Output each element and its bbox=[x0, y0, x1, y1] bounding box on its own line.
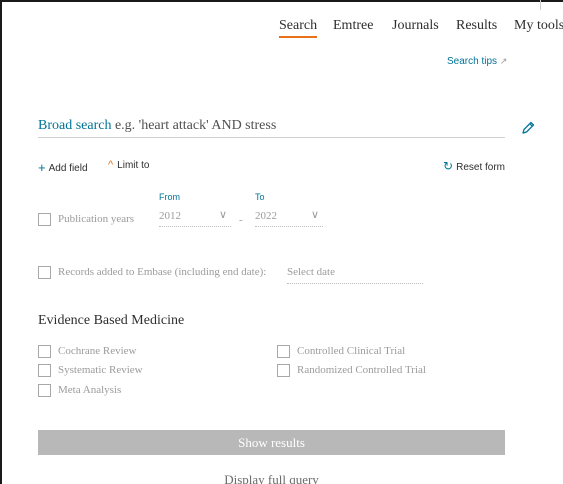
broad-search-input[interactable]: Broad search e.g. 'heart attack' AND str… bbox=[38, 116, 505, 138]
controlled-clinical-trial-label: Controlled Clinical Trial bbox=[297, 345, 406, 357]
nav-results[interactable]: Results bbox=[456, 18, 497, 34]
to-label: To bbox=[255, 192, 265, 202]
form-actions: + Add field ^ Limit to ↻ Reset form bbox=[38, 159, 505, 175]
controlled-clinical-trial-checkbox[interactable] bbox=[277, 345, 290, 358]
year-range-separator: - bbox=[239, 214, 243, 226]
broad-search-example: e.g. 'heart attack' AND stress bbox=[111, 118, 277, 133]
systematic-review-checkbox[interactable] bbox=[38, 364, 51, 377]
publication-years-checkbox[interactable] bbox=[38, 213, 51, 226]
add-field-button[interactable]: + Add field bbox=[38, 159, 88, 175]
from-year-value: 2012 bbox=[159, 210, 181, 222]
to-year-select[interactable]: 2022 ∨ bbox=[255, 209, 323, 227]
app-frame bbox=[0, 0, 563, 484]
refresh-icon: ↻ bbox=[443, 159, 454, 173]
records-added-label: Records added to Embase (including end d… bbox=[58, 266, 267, 278]
broad-search-label: Broad search bbox=[38, 118, 112, 133]
to-year-value: 2022 bbox=[255, 210, 277, 222]
plus-icon: + bbox=[38, 160, 46, 175]
nav-my-tools[interactable]: My tools bbox=[514, 18, 563, 34]
from-year-select[interactable]: 2012 ∨ bbox=[159, 209, 231, 227]
external-link-icon: ↗ bbox=[499, 56, 508, 66]
divider bbox=[540, 0, 541, 10]
randomized-controlled-trial-label: Randomized Controlled Trial bbox=[297, 364, 426, 376]
cochrane-review-checkbox[interactable] bbox=[38, 345, 51, 358]
nav-emtree[interactable]: Emtree bbox=[333, 18, 373, 34]
cochrane-review-label: Cochrane Review bbox=[58, 345, 137, 357]
randomized-controlled-trial-checkbox[interactable] bbox=[277, 364, 290, 377]
search-tips-link[interactable]: Search tips ↗ bbox=[447, 56, 507, 67]
reset-form-label: Reset form bbox=[456, 162, 505, 173]
search-tips-label: Search tips bbox=[447, 56, 498, 67]
publication-years-label: Publication years bbox=[58, 213, 135, 225]
limit-to-button[interactable]: ^ Limit to bbox=[108, 159, 149, 171]
nav-journals[interactable]: Journals bbox=[392, 18, 439, 34]
select-date-input[interactable]: Select date bbox=[287, 266, 423, 284]
limit-to-label: Limit to bbox=[117, 160, 150, 171]
chevron-down-icon: ∨ bbox=[218, 209, 227, 221]
show-results-button[interactable]: Show results bbox=[38, 430, 505, 455]
chevron-up-icon: ^ bbox=[108, 159, 114, 171]
from-label: From bbox=[159, 192, 180, 202]
pencil-icon[interactable] bbox=[520, 120, 536, 136]
top-nav: Search Emtree Journals Results My tools bbox=[0, 18, 563, 42]
chevron-down-icon: ∨ bbox=[310, 209, 319, 221]
systematic-review-label: Systematic Review bbox=[58, 364, 143, 376]
meta-analysis-checkbox[interactable] bbox=[38, 384, 51, 397]
reset-form-button[interactable]: ↻ Reset form bbox=[443, 159, 505, 173]
section-title: Evidence Based Medicine bbox=[38, 313, 185, 328]
add-field-label: Add field bbox=[48, 163, 88, 174]
nav-search[interactable]: Search bbox=[279, 18, 318, 38]
select-date-placeholder: Select date bbox=[287, 266, 335, 278]
records-added-checkbox[interactable] bbox=[38, 266, 51, 279]
display-full-query-link[interactable]: Display full query bbox=[0, 472, 543, 484]
meta-analysis-label: Meta Analysis bbox=[58, 384, 122, 396]
